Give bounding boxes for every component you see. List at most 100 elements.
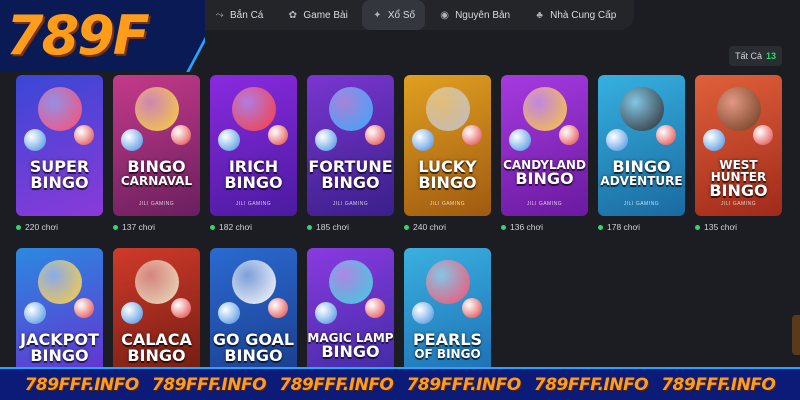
game-title: MAGIC LAMP BINGO bbox=[307, 332, 394, 360]
provider-brand: JILI GAMING bbox=[720, 201, 757, 207]
bingo-ball-icon bbox=[462, 125, 482, 145]
bingo-ball-icon bbox=[218, 129, 240, 151]
nav-item-2[interactable]: ✦ Xổ Số bbox=[361, 0, 426, 30]
provider-brand: JILI GAMING bbox=[623, 201, 660, 207]
filter-all-count: 13 bbox=[765, 51, 776, 61]
game-thumbnail[interactable]: BINGO ADVENTURE JILI GAMING bbox=[598, 75, 685, 216]
player-count-text: 220 chơi bbox=[25, 222, 58, 232]
bingo-ball-icon bbox=[703, 129, 725, 151]
footer-site-text: 789FFF.INFO bbox=[661, 374, 776, 395]
player-count-text: 135 chơi bbox=[704, 222, 737, 232]
game-thumbnail[interactable]: BINGO CARNAVAL JILI GAMING bbox=[113, 75, 200, 216]
provider-brand: JILI GAMING bbox=[235, 201, 272, 207]
nav-item-3[interactable]: ◉ Nguyên Bản bbox=[429, 0, 520, 30]
game-art bbox=[38, 87, 82, 131]
bingo-ball-icon bbox=[656, 125, 676, 145]
game-title-line2: BINGO bbox=[321, 173, 380, 192]
gamepad-icon: ◉ bbox=[440, 9, 449, 21]
player-count-text: 137 chơi bbox=[122, 222, 155, 232]
online-dot-icon bbox=[210, 224, 215, 230]
bingo-ball-icon bbox=[121, 129, 143, 151]
nav-item-label: Nhà Cung Cấp bbox=[550, 9, 617, 21]
online-dot-icon bbox=[307, 224, 312, 230]
game-title-line1: BINGO bbox=[127, 157, 186, 176]
game-card[interactable]: SUPER BINGO 220 chơi bbox=[16, 75, 103, 232]
player-count: 185 chơi bbox=[307, 222, 394, 232]
game-thumbnail[interactable]: IRICH BINGO JILI GAMING bbox=[210, 75, 297, 216]
game-card[interactable]: WEST HUNTER BINGO JILI GAMING 135 chơi bbox=[695, 75, 782, 232]
nav-item-label: Bắn Cá bbox=[230, 9, 264, 21]
game-card[interactable]: BINGO CARNAVAL JILI GAMING 137 chơi bbox=[113, 75, 200, 232]
category-nav: ⤳ Bắn Cá ✿ Game Bài ✦ Xổ Số ◉ Nguyên Bản ♣ Nhà Cu… bbox=[194, 0, 635, 30]
game-title-line2: BINGO bbox=[418, 173, 477, 192]
game-card[interactable]: LUCKY BINGO JILI GAMING 240 chơi bbox=[404, 75, 491, 232]
game-title-line2: BINGO bbox=[709, 181, 768, 200]
game-art bbox=[329, 260, 373, 304]
nav-item-4[interactable]: ♣ Nhà Cung Cấp bbox=[524, 0, 626, 30]
player-count: 137 chơi bbox=[113, 222, 200, 232]
fish-icon: ⤳ bbox=[215, 9, 224, 21]
game-card[interactable]: CANDYLAND BINGO JILI GAMING 136 chơi bbox=[501, 75, 588, 232]
game-title-line2: BINGO bbox=[224, 173, 283, 192]
player-count: 135 chơi bbox=[695, 222, 782, 232]
game-title-line2: CARNAVAL bbox=[120, 174, 193, 188]
filter-all-button[interactable]: Tất Cả 13 bbox=[728, 46, 782, 66]
player-count-text: 240 chơi bbox=[413, 222, 446, 232]
player-count: 178 chơi bbox=[598, 222, 685, 232]
lottery-icon: ✦ bbox=[373, 9, 382, 21]
bingo-ball-icon bbox=[171, 125, 191, 145]
bingo-ball-icon bbox=[606, 129, 628, 151]
nav-item-0[interactable]: ⤳ Bắn Cá bbox=[204, 0, 273, 30]
logo: 789F bbox=[6, 4, 150, 67]
provider-brand: JILI GAMING bbox=[526, 201, 563, 207]
game-card[interactable]: BINGO ADVENTURE JILI GAMING 178 chơi bbox=[598, 75, 685, 232]
player-count-text: 185 chơi bbox=[316, 222, 349, 232]
provider-brand: JILI GAMING bbox=[138, 201, 175, 207]
bingo-ball-icon bbox=[24, 129, 46, 151]
logo-area[interactable]: 789F bbox=[0, 0, 205, 72]
bingo-ball-icon bbox=[412, 302, 434, 324]
edge-decoration bbox=[792, 315, 800, 355]
footer-site-text: 789FFF.INFO bbox=[279, 374, 394, 395]
footer-site-text: 789FFF.INFO bbox=[151, 374, 267, 395]
player-count-text: 136 chơi bbox=[510, 222, 543, 232]
game-title: FORTUNE BINGO bbox=[307, 159, 394, 191]
player-count: 182 chơi bbox=[210, 222, 297, 232]
footer-site-text: 789FFF.INFO bbox=[406, 374, 522, 395]
game-title-line2: BINGO bbox=[515, 169, 574, 188]
bingo-ball-icon bbox=[74, 298, 94, 318]
bingo-ball-icon bbox=[412, 129, 434, 151]
game-card[interactable]: FORTUNE BINGO JILI GAMING 185 chơi bbox=[307, 75, 394, 232]
footer-site-text: 789FFF.INFO bbox=[533, 374, 649, 395]
game-thumbnail[interactable]: FORTUNE BINGO JILI GAMING bbox=[307, 75, 394, 216]
game-thumbnail[interactable]: WEST HUNTER BINGO JILI GAMING bbox=[695, 75, 782, 216]
filter-all-label: Tất Cả bbox=[734, 51, 762, 61]
game-card[interactable]: IRICH BINGO JILI GAMING 182 chơi bbox=[210, 75, 297, 232]
player-count-text: 182 chơi bbox=[219, 222, 252, 232]
bingo-ball-icon bbox=[753, 125, 773, 145]
bingo-ball-icon bbox=[365, 125, 385, 145]
game-art bbox=[523, 87, 567, 131]
nav-item-label: Xổ Số bbox=[387, 9, 416, 21]
nav-item-1[interactable]: ✿ Game Bài bbox=[277, 0, 357, 30]
game-title: BINGO CARNAVAL bbox=[113, 157, 200, 188]
bingo-ball-icon bbox=[268, 298, 288, 318]
game-thumbnail[interactable]: CANDYLAND BINGO JILI GAMING bbox=[501, 75, 588, 216]
bingo-ball-icon bbox=[268, 125, 288, 145]
online-dot-icon bbox=[695, 224, 700, 230]
game-thumbnail[interactable]: SUPER BINGO bbox=[16, 75, 103, 216]
player-count-text: 178 chơi bbox=[607, 222, 640, 232]
game-title: WEST HUNTER BINGO bbox=[695, 159, 782, 199]
bingo-ball-icon bbox=[559, 125, 579, 145]
game-title: JACKPOT BINGO bbox=[16, 332, 103, 364]
bingo-ball-icon bbox=[121, 302, 143, 324]
game-title: IRICH BINGO bbox=[210, 159, 297, 191]
footer-site-text: 789FFF.INFO bbox=[24, 374, 140, 395]
game-title-line2: BINGO bbox=[321, 342, 380, 361]
cards-icon: ✿ bbox=[288, 9, 298, 21]
provider-brand: JILI GAMING bbox=[332, 201, 369, 207]
game-art bbox=[426, 87, 470, 131]
game-thumbnail[interactable]: LUCKY BINGO JILI GAMING bbox=[404, 75, 491, 216]
bingo-ball-icon bbox=[365, 298, 385, 318]
game-title-line1: WEST HUNTER bbox=[710, 158, 767, 184]
